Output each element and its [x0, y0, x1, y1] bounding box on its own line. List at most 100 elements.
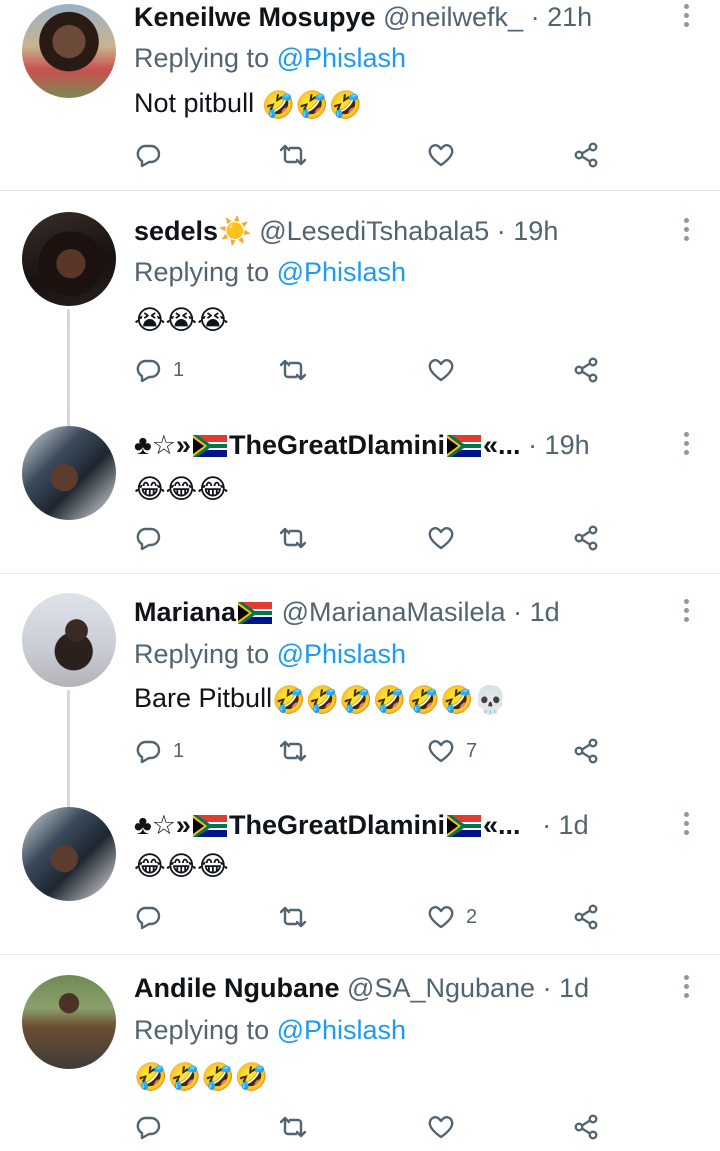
- reply-button[interactable]: [134, 138, 162, 172]
- tweet-text: 😂😂😂: [134, 470, 229, 506]
- share-icon: [572, 1113, 600, 1141]
- tweet-header: Keneilwe Mosupye @neilwefk_ · 21h: [134, 0, 658, 34]
- reply-icon: [134, 141, 162, 169]
- like-count: 2: [466, 905, 478, 928]
- user-handle[interactable]: @neilwefk_: [383, 2, 523, 32]
- share-button[interactable]: [572, 900, 600, 934]
- share-button[interactable]: [572, 138, 600, 172]
- more-options-icon[interactable]: [682, 2, 690, 32]
- like-button[interactable]: [427, 353, 455, 387]
- retweet-icon: [279, 737, 307, 765]
- share-icon: [572, 141, 600, 169]
- sun-icon: ☀️: [218, 216, 252, 246]
- timestamp[interactable]: · 21h: [531, 2, 593, 32]
- avatar[interactable]: [22, 4, 116, 98]
- share-button[interactable]: [572, 734, 600, 768]
- like-button[interactable]: [427, 138, 455, 172]
- share-button[interactable]: [572, 1110, 600, 1144]
- retweet-button[interactable]: [279, 521, 307, 555]
- timestamp[interactable]: · 19h: [497, 216, 559, 246]
- display-name-prefix[interactable]: ♣☆»: [134, 810, 191, 840]
- like-button[interactable]: 2: [427, 900, 477, 934]
- display-name[interactable]: TheGreatDlamini: [229, 810, 445, 840]
- like-button[interactable]: [427, 1110, 455, 1144]
- more-options-icon[interactable]: [682, 597, 690, 627]
- tweet-text: 😂😂😂: [134, 847, 229, 883]
- avatar[interactable]: [22, 807, 116, 901]
- timestamp[interactable]: · 1d: [543, 973, 590, 1003]
- tweet[interactable]: Andile Ngubane @SA_Ngubane · 1d Replying…: [0, 955, 720, 1151]
- tweet[interactable]: ♣☆» TheGreatDlamini «... · 1d 😂😂😂 2: [0, 796, 720, 954]
- retweet-button[interactable]: [279, 900, 307, 934]
- share-icon: [572, 524, 600, 552]
- reply-button[interactable]: 1: [134, 734, 184, 768]
- user-handle[interactable]: @LesediTshabala5: [259, 216, 489, 246]
- reply-count: 1: [173, 739, 185, 762]
- emoji-tears-of-joy: 😂😂😂: [134, 850, 229, 881]
- more-options-icon[interactable]: [682, 973, 690, 1003]
- emoji-rofl: 🤣🤣🤣: [261, 89, 363, 120]
- retweet-button[interactable]: [279, 1110, 307, 1144]
- avatar[interactable]: [22, 593, 116, 687]
- tweet-text: Bare Pitbull🤣🤣🤣🤣🤣🤣💀: [134, 681, 507, 717]
- like-count: 7: [466, 739, 478, 762]
- reply-button[interactable]: 1: [134, 353, 184, 387]
- mention-link[interactable]: @Phislash: [277, 639, 406, 669]
- timestamp[interactable]: · 1d: [513, 597, 560, 627]
- south-africa-flag-icon: [238, 598, 273, 624]
- more-options-icon[interactable]: [682, 216, 690, 246]
- display-name[interactable]: sedels: [134, 216, 218, 246]
- retweet-button[interactable]: [279, 353, 307, 387]
- like-button[interactable]: 7: [427, 734, 477, 768]
- south-africa-flag-icon: [192, 431, 227, 457]
- replying-to-label: Replying to: [134, 639, 270, 669]
- share-button[interactable]: [572, 353, 600, 387]
- reply-button[interactable]: [134, 900, 162, 934]
- avatar[interactable]: [22, 426, 116, 520]
- display-name-suffix[interactable]: «...: [483, 810, 521, 840]
- avatar[interactable]: [22, 975, 116, 1069]
- like-icon: [427, 141, 455, 169]
- mention-link[interactable]: @Phislash: [277, 43, 406, 73]
- reply-button[interactable]: [134, 1110, 162, 1144]
- retweet-button[interactable]: [279, 138, 307, 172]
- tweet[interactable]: Mariana @MarianaMasilela · 1d Replying t…: [0, 574, 720, 810]
- tweet[interactable]: sedels☀️ @LesediTshabala5 · 19h Replying…: [0, 191, 720, 439]
- replying-to-label: Replying to: [134, 1015, 270, 1045]
- user-handle[interactable]: @MarianaMasilela: [282, 597, 506, 627]
- avatar[interactable]: [22, 212, 116, 306]
- reply-icon: [134, 737, 162, 765]
- like-icon: [427, 1113, 455, 1141]
- like-icon: [427, 356, 455, 384]
- more-options-icon[interactable]: [682, 430, 690, 460]
- timestamp[interactable]: · 1d: [542, 810, 589, 840]
- user-handle[interactable]: @SA_Ngubane: [347, 973, 535, 1003]
- display-name[interactable]: Mariana: [134, 597, 236, 627]
- more-options-icon[interactable]: [682, 810, 690, 840]
- emoji-rofl: 🤣🤣🤣🤣: [134, 1061, 269, 1092]
- display-name[interactable]: Keneilwe Mosupye: [134, 2, 376, 32]
- tweet-header: ♣☆» TheGreatDlamini «... · 1d: [134, 808, 658, 842]
- tweet-text: 🤣🤣🤣🤣: [134, 1058, 268, 1094]
- thread-line: [67, 690, 70, 810]
- timestamp[interactable]: · 19h: [528, 430, 590, 460]
- retweet-button[interactable]: [279, 734, 307, 768]
- tweet-header: sedels☀️ @LesediTshabala5 · 19h: [134, 214, 658, 248]
- reply-button[interactable]: [134, 521, 162, 555]
- like-button[interactable]: [427, 521, 455, 555]
- tweet-text-body: Not pitbull: [134, 88, 255, 118]
- display-name-prefix[interactable]: ♣☆»: [134, 430, 191, 460]
- display-name-suffix[interactable]: «...: [483, 430, 521, 460]
- share-button[interactable]: [572, 521, 600, 555]
- mention-link[interactable]: @Phislash: [277, 1015, 406, 1045]
- tweet[interactable]: Keneilwe Mosupye @neilwefk_ · 21h Replyi…: [0, 0, 720, 190]
- tweet-text-body: Bare Pitbull: [134, 683, 273, 713]
- replying-to: Replying to @Phislash: [134, 255, 406, 289]
- tweet-header: ♣☆» TheGreatDlamini «... · 19h: [134, 428, 658, 462]
- display-name[interactable]: Andile Ngubane: [134, 973, 340, 1003]
- tweet[interactable]: ♣☆» TheGreatDlamini «... · 19h 😂😂😂: [0, 415, 720, 573]
- display-name[interactable]: TheGreatDlamini: [229, 430, 445, 460]
- mention-link[interactable]: @Phislash: [277, 257, 406, 287]
- like-icon: [427, 524, 455, 552]
- south-africa-flag-icon: [447, 431, 482, 457]
